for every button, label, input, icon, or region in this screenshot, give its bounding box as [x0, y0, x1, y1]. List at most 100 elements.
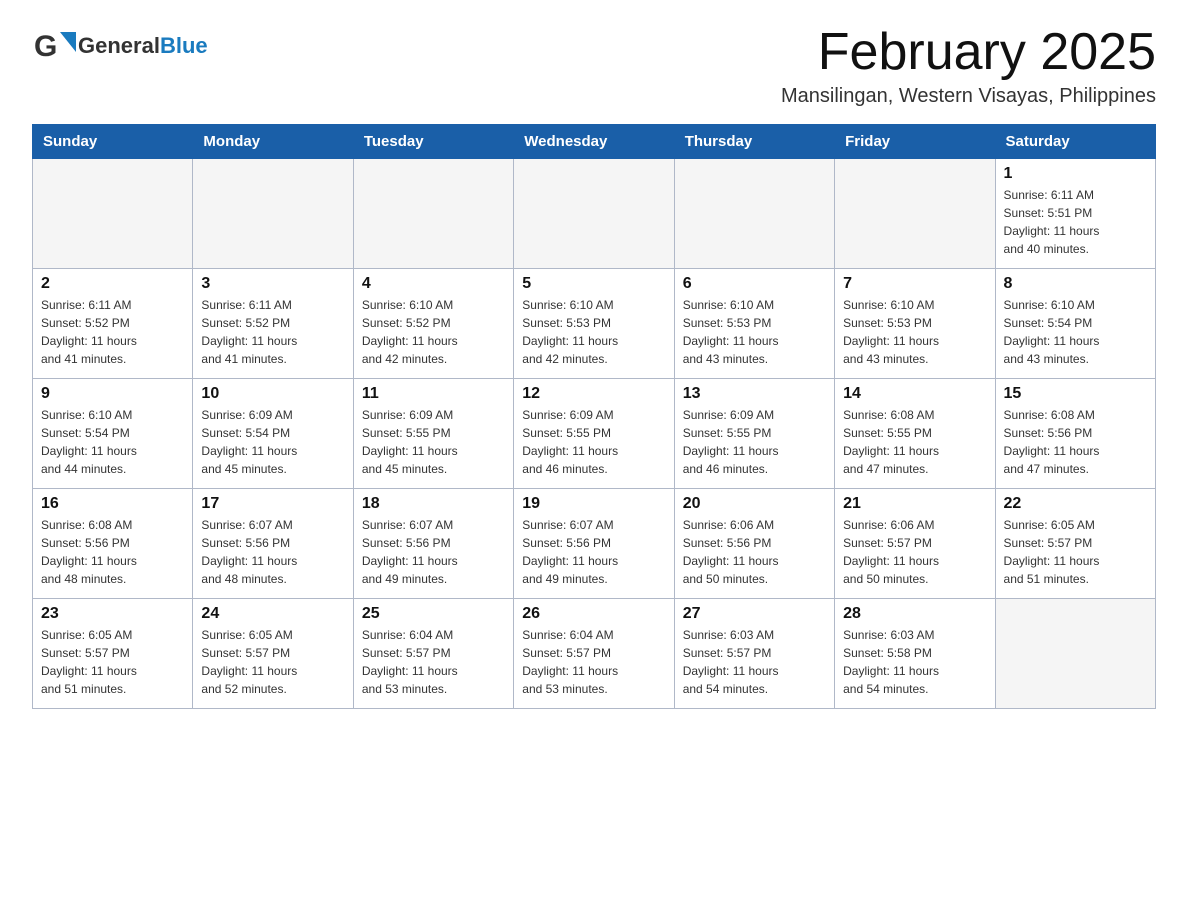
- calendar-cell: 9 Sunrise: 6:10 AMSunset: 5:54 PMDaylight…: [33, 379, 193, 489]
- calendar-cell: 12 Sunrise: 6:09 AMSunset: 5:55 PMDayligh…: [514, 379, 674, 489]
- day-info: Sunrise: 6:09 AMSunset: 5:55 PMDaylight:…: [683, 406, 826, 478]
- day-info: Sunrise: 6:06 AMSunset: 5:57 PMDaylight:…: [843, 516, 986, 588]
- day-info: Sunrise: 6:09 AMSunset: 5:54 PMDaylight:…: [201, 406, 344, 478]
- day-info: Sunrise: 6:10 AMSunset: 5:52 PMDaylight:…: [362, 296, 505, 368]
- calendar-cell: 4 Sunrise: 6:10 AMSunset: 5:52 PMDaylight…: [353, 269, 513, 379]
- calendar-cell: 21 Sunrise: 6:06 AMSunset: 5:57 PMDayligh…: [835, 489, 995, 599]
- weekday-header-wednesday: Wednesday: [514, 125, 674, 159]
- day-number: 15: [1004, 385, 1147, 403]
- day-number: 14: [843, 385, 986, 403]
- day-info: Sunrise: 6:09 AMSunset: 5:55 PMDaylight:…: [522, 406, 665, 478]
- calendar-cell: 1 Sunrise: 6:11 AMSunset: 5:51 PMDaylight…: [995, 159, 1155, 269]
- calendar-cell: 10 Sunrise: 6:09 AMSunset: 5:54 PMDayligh…: [193, 379, 353, 489]
- calendar-cell: 18 Sunrise: 6:07 AMSunset: 5:56 PMDayligh…: [353, 489, 513, 599]
- day-number: 12: [522, 385, 665, 403]
- day-number: 16: [41, 495, 184, 513]
- weekday-header-sunday: Sunday: [33, 125, 193, 159]
- day-info: Sunrise: 6:08 AMSunset: 5:56 PMDaylight:…: [1004, 406, 1147, 478]
- calendar-cell: 25Sunrise: 6:04 AMSunset: 5:57 PMDayligh…: [353, 599, 513, 709]
- day-info: Sunrise: 6:05 AMSunset: 5:57 PMDaylight:…: [1004, 516, 1147, 588]
- calendar-cell: 22 Sunrise: 6:05 AMSunset: 5:57 PMDayligh…: [995, 489, 1155, 599]
- day-number: 18: [362, 495, 505, 513]
- day-info: Sunrise: 6:10 AMSunset: 5:54 PMDaylight:…: [1004, 296, 1147, 368]
- month-title: February 2025: [781, 24, 1156, 81]
- day-number: 10: [201, 385, 344, 403]
- logo-general-text: General: [78, 33, 160, 58]
- day-number: 21: [843, 495, 986, 513]
- logo-blue-text: Blue: [160, 33, 208, 58]
- svg-text:G: G: [34, 30, 57, 63]
- calendar-cell: 5Sunrise: 6:10 AMSunset: 5:53 PMDaylight…: [514, 269, 674, 379]
- day-number: 7: [843, 275, 986, 293]
- week-row-0: 1 Sunrise: 6:11 AMSunset: 5:51 PMDaylight…: [33, 159, 1156, 269]
- calendar-table: SundayMondayTuesdayWednesdayThursdayFrid…: [32, 124, 1156, 709]
- calendar-cell: 2 Sunrise: 6:11 AMSunset: 5:52 PMDaylight…: [33, 269, 193, 379]
- day-info: Sunrise: 6:05 AMSunset: 5:57 PMDaylight:…: [201, 626, 344, 698]
- calendar-cell: 8 Sunrise: 6:10 AMSunset: 5:54 PMDaylight…: [995, 269, 1155, 379]
- calendar-cell: 20 Sunrise: 6:06 AMSunset: 5:56 PMDayligh…: [674, 489, 834, 599]
- day-info: Sunrise: 6:07 AMSunset: 5:56 PMDaylight:…: [362, 516, 505, 588]
- calendar-cell: 14Sunrise: 6:08 AMSunset: 5:55 PMDayligh…: [835, 379, 995, 489]
- day-number: 22: [1004, 495, 1147, 513]
- calendar-cell: [353, 159, 513, 269]
- calendar-cell: 3 Sunrise: 6:11 AMSunset: 5:52 PMDaylight…: [193, 269, 353, 379]
- calendar-cell: 19Sunrise: 6:07 AMSunset: 5:56 PMDayligh…: [514, 489, 674, 599]
- day-number: 2: [41, 275, 184, 293]
- day-info: Sunrise: 6:04 AMSunset: 5:57 PMDaylight:…: [522, 626, 665, 698]
- day-number: 17: [201, 495, 344, 513]
- week-row-1: 2 Sunrise: 6:11 AMSunset: 5:52 PMDaylight…: [33, 269, 1156, 379]
- weekday-header-monday: Monday: [193, 125, 353, 159]
- day-number: 3: [201, 275, 344, 293]
- logo-icon: G: [32, 24, 76, 68]
- calendar-cell: 26 Sunrise: 6:04 AMSunset: 5:57 PMDayligh…: [514, 599, 674, 709]
- day-number: 6: [683, 275, 826, 293]
- day-info: Sunrise: 6:11 AMSunset: 5:52 PMDaylight:…: [201, 296, 344, 368]
- day-number: 5: [522, 275, 665, 293]
- day-info: Sunrise: 6:06 AMSunset: 5:56 PMDaylight:…: [683, 516, 826, 588]
- week-row-2: 9 Sunrise: 6:10 AMSunset: 5:54 PMDaylight…: [33, 379, 1156, 489]
- calendar-cell: [514, 159, 674, 269]
- day-number: 19: [522, 495, 665, 513]
- calendar-cell: 13 Sunrise: 6:09 AMSunset: 5:55 PMDayligh…: [674, 379, 834, 489]
- calendar-cell: 7 Sunrise: 6:10 AMSunset: 5:53 PMDaylight…: [835, 269, 995, 379]
- day-number: 20: [683, 495, 826, 513]
- calendar-cell: 17 Sunrise: 6:07 AMSunset: 5:56 PMDayligh…: [193, 489, 353, 599]
- header: G GeneralBlue February 2025 Mansilingan,…: [32, 24, 1156, 108]
- calendar-cell: [995, 599, 1155, 709]
- title-area: February 2025 Mansilingan, Western Visay…: [781, 24, 1156, 108]
- weekday-header-saturday: Saturday: [995, 125, 1155, 159]
- weekday-header-tuesday: Tuesday: [353, 125, 513, 159]
- day-info: Sunrise: 6:08 AMSunset: 5:56 PMDaylight:…: [41, 516, 184, 588]
- calendar-cell: [33, 159, 193, 269]
- day-number: 26: [522, 605, 665, 623]
- day-number: 1: [1004, 165, 1147, 183]
- day-info: Sunrise: 6:11 AMSunset: 5:52 PMDaylight:…: [41, 296, 184, 368]
- day-number: 4: [362, 275, 505, 293]
- day-info: Sunrise: 6:04 AMSunset: 5:57 PMDaylight:…: [362, 626, 505, 698]
- calendar-cell: 24 Sunrise: 6:05 AMSunset: 5:57 PMDayligh…: [193, 599, 353, 709]
- day-info: Sunrise: 6:03 AMSunset: 5:58 PMDaylight:…: [843, 626, 986, 698]
- weekday-header-thursday: Thursday: [674, 125, 834, 159]
- week-row-4: 23Sunrise: 6:05 AMSunset: 5:57 PMDayligh…: [33, 599, 1156, 709]
- calendar-cell: 11 Sunrise: 6:09 AMSunset: 5:55 PMDayligh…: [353, 379, 513, 489]
- day-number: 28: [843, 605, 986, 623]
- weekday-header-row: SundayMondayTuesdayWednesdayThursdayFrid…: [33, 125, 1156, 159]
- day-info: Sunrise: 6:07 AMSunset: 5:56 PMDaylight:…: [201, 516, 344, 588]
- weekday-header-friday: Friday: [835, 125, 995, 159]
- day-number: 13: [683, 385, 826, 403]
- day-info: Sunrise: 6:11 AMSunset: 5:51 PMDaylight:…: [1004, 186, 1147, 258]
- day-number: 8: [1004, 275, 1147, 293]
- week-row-3: 16 Sunrise: 6:08 AMSunset: 5:56 PMDayligh…: [33, 489, 1156, 599]
- day-info: Sunrise: 6:05 AMSunset: 5:57 PMDaylight:…: [41, 626, 184, 698]
- day-number: 9: [41, 385, 184, 403]
- calendar-cell: [835, 159, 995, 269]
- day-info: Sunrise: 6:10 AMSunset: 5:54 PMDaylight:…: [41, 406, 184, 478]
- day-info: Sunrise: 6:10 AMSunset: 5:53 PMDaylight:…: [843, 296, 986, 368]
- day-number: 11: [362, 385, 505, 403]
- logo-area: G GeneralBlue: [32, 24, 208, 68]
- subtitle: Mansilingan, Western Visayas, Philippine…: [781, 85, 1156, 108]
- day-info: Sunrise: 6:10 AMSunset: 5:53 PMDaylight:…: [683, 296, 826, 368]
- day-number: 24: [201, 605, 344, 623]
- day-number: 27: [683, 605, 826, 623]
- day-info: Sunrise: 6:09 AMSunset: 5:55 PMDaylight:…: [362, 406, 505, 478]
